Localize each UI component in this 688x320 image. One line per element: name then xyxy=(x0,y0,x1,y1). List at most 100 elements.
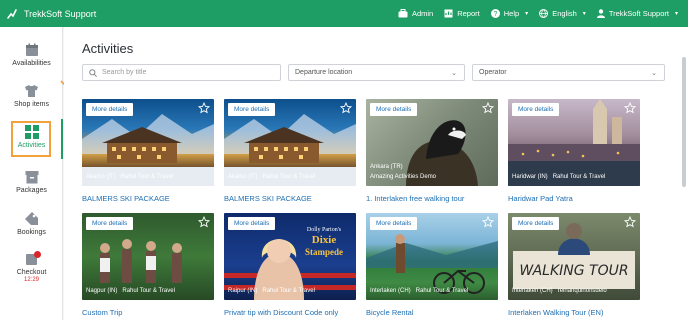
sidebar-item-label: Shop items xyxy=(13,101,50,108)
operator-text: reinanquinonsdelo xyxy=(557,288,607,294)
activity-card[interactable]: More details Nagpur (IN) Rahul Tour & Tr… xyxy=(82,213,214,317)
operator-text: Rahul Tour & Travel xyxy=(552,174,606,180)
location-text: Akamo (IT) xyxy=(86,174,116,180)
more-details-button[interactable]: More details xyxy=(228,217,276,230)
activity-image: More details Akamo (IT) Rahul Tour & Tra… xyxy=(82,99,214,186)
activity-title[interactable]: Custom Trip xyxy=(82,308,214,317)
card-meta: Haridwar (IN) Rahul Tour & Travel xyxy=(512,172,605,182)
more-details-button[interactable]: More details xyxy=(512,103,560,116)
location-text: Interlaken (CH) xyxy=(512,288,553,294)
chevron-down-icon: ⌄ xyxy=(451,70,457,77)
activity-card[interactable]: More details Ankara (TR) Amazing Activiti… xyxy=(366,99,498,203)
globe-icon xyxy=(539,9,549,18)
operator-select[interactable]: Operator ⌄ xyxy=(472,64,665,81)
more-details-button[interactable]: More details xyxy=(512,217,560,230)
activity-image: WALKING TOUR More details Interlaken (CH… xyxy=(508,213,640,300)
chevron-down-icon: ▾ xyxy=(525,11,529,17)
app-name: TrekkSoft Support xyxy=(24,8,97,19)
activity-title[interactable]: BALMERS SKI PACKAGE xyxy=(224,194,356,203)
star-icon[interactable] xyxy=(198,102,210,114)
activity-title[interactable]: Interlaken Walking Tour (EN) xyxy=(508,308,640,317)
operator-select-value: Operator xyxy=(479,69,507,76)
activity-image: More details Akamo (IT) Rahul Tour & Tra… xyxy=(224,99,356,186)
briefcase-icon xyxy=(398,9,408,18)
user-label: TrekkSoft Support xyxy=(608,9,669,18)
sidebar-item-shop-items[interactable]: Shop items xyxy=(0,84,63,108)
scrollbar[interactable] xyxy=(682,57,686,187)
activity-image: Dolly Parton's Dixie Stampede More details… xyxy=(224,213,356,300)
checkout-timer: 12:29 xyxy=(23,277,39,283)
sidebar-item-packages[interactable]: Packages xyxy=(0,170,63,194)
svg-text:Dixie: Dixie xyxy=(312,234,337,246)
star-icon[interactable] xyxy=(482,102,494,114)
more-details-button[interactable]: More details xyxy=(370,103,418,116)
more-details-button[interactable]: More details xyxy=(86,217,134,230)
more-details-button[interactable]: More details xyxy=(370,217,418,230)
location-text: Nagpur (IN) xyxy=(86,288,118,294)
star-icon[interactable] xyxy=(340,102,352,114)
card-meta: Ankara (TR) Amazing Activities Demo xyxy=(370,162,436,182)
sidebar: Availabilities Shop items Activities Pac… xyxy=(0,27,63,320)
activity-image: More details Interlaken (CH) Rahul Tour … xyxy=(366,213,498,300)
departure-location-select[interactable]: Departure location ⌄ xyxy=(288,64,465,81)
sidebar-item-checkout[interactable]: Checkout 12:29 xyxy=(0,252,63,283)
svg-text:?: ? xyxy=(493,11,497,18)
language-label: English xyxy=(552,9,577,18)
activity-card[interactable]: More details Haridwar (IN) Rahul Tour & … xyxy=(508,99,640,203)
tshirt-icon xyxy=(25,85,38,97)
operator-text: Amazing Activities Demo xyxy=(370,174,437,180)
activity-image: More details Haridwar (IN) Rahul Tour & … xyxy=(508,99,640,186)
sidebar-item-availabilities[interactable]: Availabilities xyxy=(0,43,63,67)
activity-card[interactable]: WALKING TOUR More details Interlaken (CH… xyxy=(508,213,640,317)
report-label: Report xyxy=(457,9,480,18)
activity-title[interactable]: 1. Interlaken free walking tour xyxy=(366,194,498,203)
search-placeholder: Search by title xyxy=(102,69,147,76)
more-details-button[interactable]: More details xyxy=(86,103,134,116)
activity-title[interactable]: Bicycle Rental xyxy=(366,308,498,317)
user-menu[interactable]: TrekkSoft Support ▾ xyxy=(596,9,678,18)
package-icon xyxy=(25,171,38,184)
grid-icon xyxy=(24,125,39,139)
language-menu[interactable]: English ▾ xyxy=(539,9,586,18)
activity-title[interactable]: Privatr tip with Discount Code only xyxy=(224,308,356,317)
card-meta: Akamo (IT) Rahul Tour & Travel xyxy=(228,172,315,182)
activity-card[interactable]: More details Interlaken (CH) Rahul Tour … xyxy=(366,213,498,317)
report-menu[interactable]: Report xyxy=(444,9,480,18)
activity-card[interactable]: More details Akamo (IT) Rahul Tour & Tra… xyxy=(224,99,356,203)
svg-text:WALKING TOUR: WALKING TOUR xyxy=(519,263,628,279)
card-meta: Interlaken (CH) reinanquinonsdelo xyxy=(512,286,607,296)
user-icon xyxy=(596,9,605,18)
location-text: Raipur (IN) xyxy=(228,288,258,294)
chevron-down-icon: ▾ xyxy=(674,11,678,17)
card-meta: Interlaken (CH) Rahul Tour & Travel xyxy=(370,286,468,296)
help-menu[interactable]: ? Help ▾ xyxy=(490,9,529,18)
star-icon[interactable] xyxy=(482,216,494,228)
main-content: Activities Search by title Departure loc… xyxy=(64,27,688,320)
activity-card[interactable]: More details Akamo (IT) Rahul Tour & Tra… xyxy=(82,99,214,203)
activity-card[interactable]: Dolly Parton's Dixie Stampede More details… xyxy=(224,213,356,317)
location-text: Ankara (TR) xyxy=(370,164,403,170)
operator-text: Rahul Tour & Travel xyxy=(122,288,175,294)
activity-title[interactable]: BALMERS SKI PACKAGE xyxy=(82,194,214,203)
operator-text: Rahul Tour & Travel xyxy=(120,174,174,180)
trekksoft-logo-icon xyxy=(7,8,17,19)
chevron-down-icon: ⌄ xyxy=(651,70,657,77)
sidebar-item-label: Checkout xyxy=(16,269,47,276)
tag-icon xyxy=(25,212,38,225)
star-icon[interactable] xyxy=(624,102,636,114)
more-details-button[interactable]: More details xyxy=(228,103,276,116)
card-meta: Raipur (IN) Rahul Tour & Travel xyxy=(228,286,315,296)
top-bar: TrekkSoft Support Admin Report ? Help ▾ E… xyxy=(0,0,688,27)
star-icon[interactable] xyxy=(624,216,636,228)
star-icon[interactable] xyxy=(198,216,210,228)
sidebar-item-label: Bookings xyxy=(17,229,46,236)
sidebar-item-activities[interactable]: Activities xyxy=(0,125,63,149)
brand[interactable]: TrekkSoft Support xyxy=(6,8,96,20)
sidebar-item-bookings[interactable]: Bookings xyxy=(0,211,63,236)
activity-title[interactable]: Haridwar Pad Yatra xyxy=(508,194,640,203)
operator-text: Rahul Tour & Travel xyxy=(415,288,469,294)
chevron-down-icon: ▾ xyxy=(582,11,586,17)
activity-image: More details Ankara (TR) Amazing Activiti… xyxy=(366,99,498,186)
admin-menu[interactable]: Admin xyxy=(398,9,433,18)
search-input[interactable]: Search by title xyxy=(82,64,281,81)
